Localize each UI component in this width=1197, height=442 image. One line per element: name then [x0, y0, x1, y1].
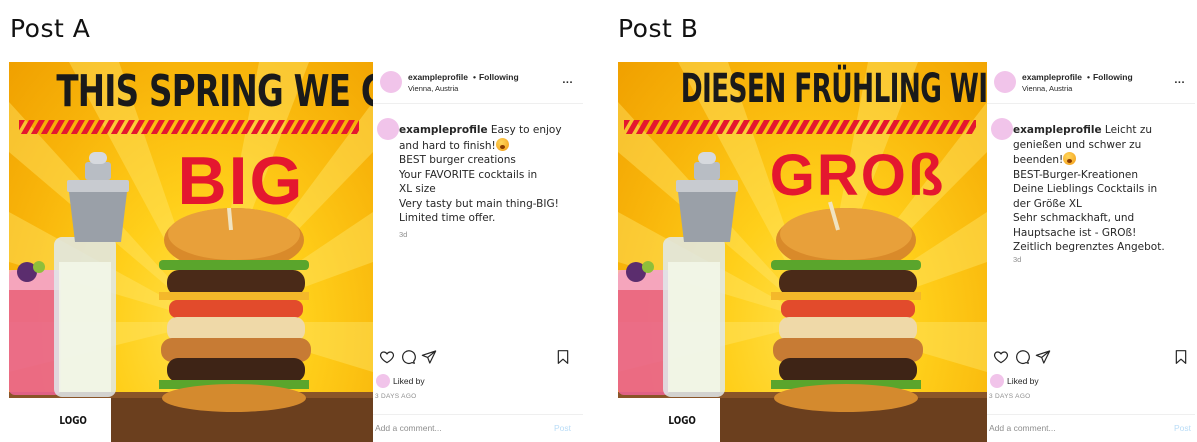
caption-line: Hauptsache ist - GROß!	[1013, 226, 1137, 239]
action-bar	[987, 349, 1195, 371]
post-timestamp: 3 DAYS AGO	[375, 393, 417, 400]
post-timestamp: 3 DAYS AGO	[989, 393, 1031, 400]
post-a-side-panel: exampleprofile • Following Vienna, Austria…	[373, 62, 583, 442]
header-location[interactable]: Vienna, Austria	[1022, 84, 1072, 93]
caption-username[interactable]: exampleprofile	[1013, 124, 1102, 136]
caption-line: Very tasty but main thing-BIG!	[399, 197, 559, 210]
following-button[interactable]: Following	[479, 72, 519, 82]
comment-input[interactable]	[375, 423, 525, 433]
post-header: exampleprofile • Following Vienna, Austria…	[373, 62, 583, 104]
header-location[interactable]: Vienna, Austria	[408, 84, 458, 93]
logo-placeholder: LOGO	[618, 398, 720, 442]
post-comment-button[interactable]: Post	[554, 423, 571, 433]
caption-time[interactable]: 3d	[399, 228, 579, 243]
burger-and-drinks-illustration	[618, 152, 987, 442]
caption-line: genießen und schwer zu	[1013, 138, 1142, 151]
emoji-icon	[495, 137, 509, 151]
caption-line: Easy to enjoy	[490, 124, 562, 136]
caption-line: Leicht zu	[1104, 124, 1153, 136]
comment-bar: Post	[987, 414, 1195, 442]
heart-icon[interactable]	[993, 349, 1009, 365]
post-a-image[interactable]: THIS SPRING WE GO BIG	[9, 62, 373, 442]
paper-plane-icon[interactable]	[421, 349, 437, 365]
bookmark-icon[interactable]	[1173, 349, 1189, 365]
caption-line: der Größe XL	[1013, 197, 1082, 210]
emoji-icon	[1063, 152, 1077, 165]
header-dot: •	[1087, 72, 1090, 82]
post-b-heading: Post B	[618, 14, 699, 43]
comment-bar: Post	[373, 414, 583, 442]
comment-icon[interactable]	[1014, 349, 1030, 365]
header-dot: •	[473, 72, 476, 82]
post-a: THIS SPRING WE GO BIG	[9, 62, 583, 442]
post-b-image[interactable]: DIESEN FRÜHLING WIRD ES GROß	[618, 62, 987, 442]
caption-line: beenden!	[1013, 154, 1064, 166]
caption-line: Limited time offer.	[399, 212, 496, 224]
caption-line: BEST-Burger-Kreationen	[1013, 168, 1139, 181]
comment-input[interactable]	[989, 423, 1139, 433]
more-options-icon[interactable]: ...	[1174, 74, 1185, 86]
caption-avatar[interactable]	[377, 118, 399, 140]
post-a-heading: Post A	[10, 14, 91, 43]
paper-plane-icon[interactable]	[1035, 349, 1051, 365]
caption-line: Your FAVORITE cocktails in	[399, 168, 538, 181]
more-options-icon[interactable]: ...	[562, 74, 573, 86]
comment-icon[interactable]	[400, 349, 416, 365]
caption-line: XL size	[399, 183, 436, 195]
bookmark-icon[interactable]	[555, 349, 571, 365]
heart-icon[interactable]	[379, 349, 395, 365]
header-username[interactable]: exampleprofile	[408, 72, 468, 82]
post-b-side-panel: exampleprofile • Following Vienna, Austria…	[987, 62, 1195, 442]
caption-username[interactable]: exampleprofile	[399, 124, 488, 136]
caption-line: Sehr schmackhaft, und	[1013, 212, 1135, 224]
post-b: DIESEN FRÜHLING WIRD ES GROß	[618, 62, 1195, 442]
caption-line: Deine Lieblings Cocktails in	[1013, 183, 1158, 195]
caption: exampleprofile Leicht zu genießen und sc…	[1013, 123, 1191, 267]
post-comment-button[interactable]: Post	[1174, 423, 1191, 433]
caption-time[interactable]: 3d	[1013, 253, 1191, 268]
caption-line: BEST burger creations	[399, 154, 516, 166]
following-button[interactable]: Following	[1093, 72, 1133, 82]
post-header: exampleprofile • Following Vienna, Austria…	[987, 62, 1195, 104]
logo-placeholder: LOGO	[9, 398, 111, 442]
header-username[interactable]: exampleprofile	[1022, 72, 1082, 82]
caption-line: and hard to finish!	[399, 139, 496, 152]
caption: exampleprofile Easy to enjoy and hard to…	[399, 123, 579, 242]
liked-by-text[interactable]: Liked by	[1007, 376, 1039, 386]
liked-by-text[interactable]: Liked by	[393, 376, 425, 386]
avatar[interactable]	[380, 71, 402, 93]
caption-line: Zeitlich begrenztes Angebot.	[1013, 241, 1165, 253]
caption-avatar[interactable]	[991, 118, 1013, 140]
liked-by-avatar[interactable]	[990, 374, 1004, 388]
liked-by-avatar[interactable]	[376, 374, 390, 388]
burger-and-drinks-illustration	[9, 152, 373, 442]
avatar[interactable]	[994, 71, 1016, 93]
action-bar	[373, 349, 583, 371]
